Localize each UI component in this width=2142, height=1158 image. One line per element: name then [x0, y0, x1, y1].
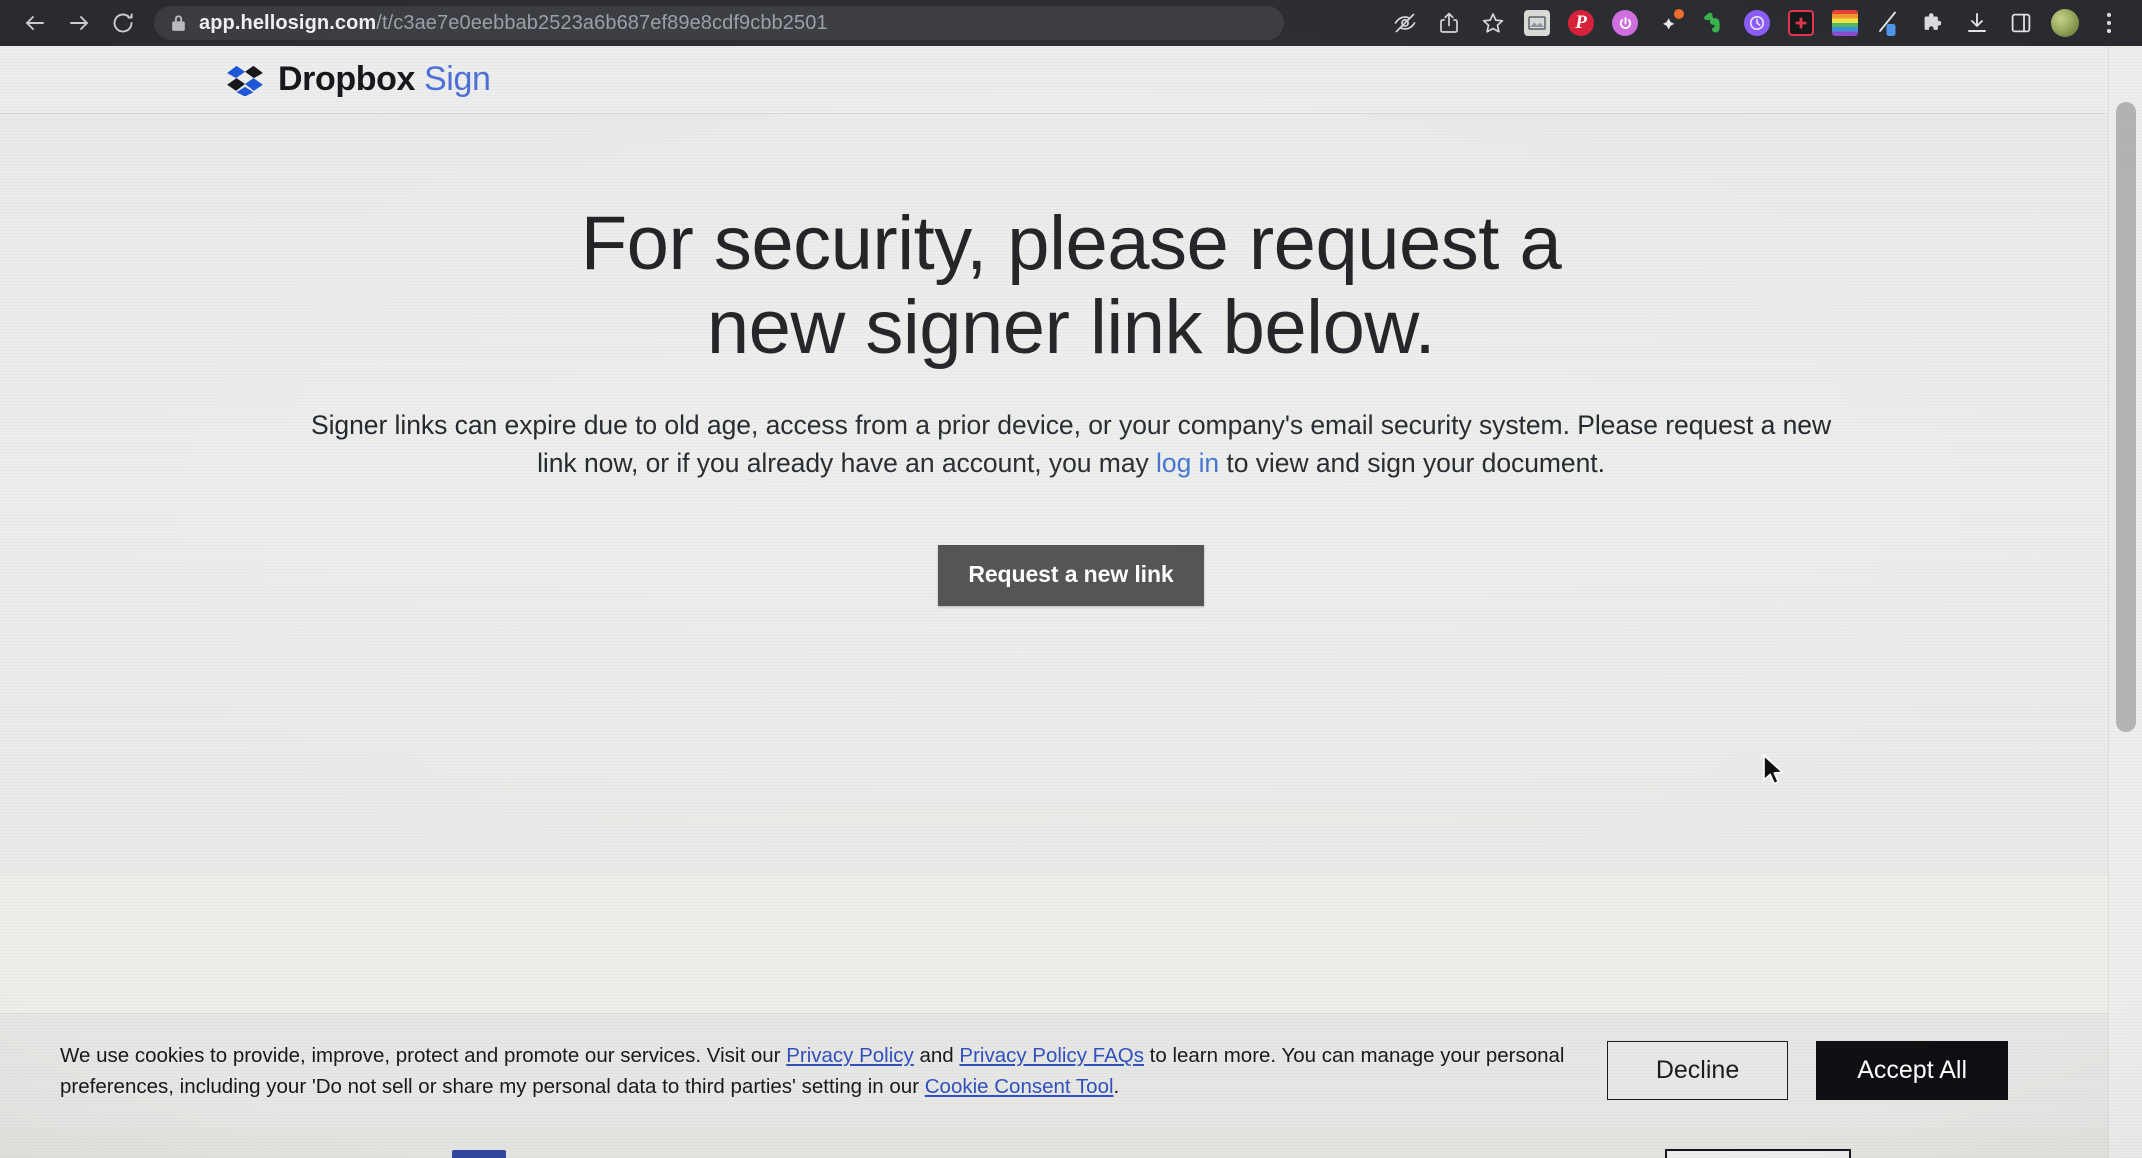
profile-avatar[interactable]	[2050, 8, 2080, 38]
notification-badge	[1674, 9, 1684, 19]
page-title: For security, please request a new signe…	[580, 201, 1562, 370]
cta-container: Request a new link	[0, 545, 2142, 607]
bookmark-star-icon[interactable]	[1478, 8, 1508, 38]
share-icon[interactable]	[1434, 8, 1464, 38]
evernote-extension-icon[interactable]	[1698, 8, 1728, 38]
download-icon[interactable]	[1962, 8, 1992, 38]
below-fold-button-peek[interactable]	[1665, 1149, 1851, 1158]
cookie-text-part2: and	[913, 1043, 960, 1067]
logo-wordmark: Dropbox Sign	[278, 60, 491, 99]
accept-all-button[interactable]: Accept All	[1816, 1041, 2008, 1101]
logo-word-dropbox: Dropbox	[278, 60, 415, 98]
privacy-policy-faqs-link[interactable]: Privacy Policy FAQs	[959, 1044, 1144, 1067]
url-text: app.hellosign.com/t/c3ae7e0eebbab2523a6b…	[199, 12, 828, 35]
hero-description-part2: to view and sign your document.	[1219, 447, 1605, 478]
dropbox-sign-logo[interactable]: Dropbox Sign	[226, 60, 491, 99]
hero-description: Signer links can expire due to old age, …	[291, 407, 1851, 482]
screenshot-extension-icon[interactable]	[1522, 8, 1552, 38]
browser-toolbar: app.hellosign.com/t/c3ae7e0eebbab2523a6b…	[0, 0, 2142, 46]
cookie-banner-actions: Decline Accept All	[1606, 1041, 2048, 1101]
decline-button[interactable]: Decline	[1606, 1041, 1789, 1101]
page-viewport: Dropbox Sign For security, please reques…	[0, 46, 2142, 1158]
power-extension-icon[interactable]	[1610, 8, 1640, 38]
pinterest-extension-icon[interactable]: P	[1566, 8, 1596, 38]
dropbox-logo-icon	[227, 65, 263, 96]
screen: app.hellosign.com/t/c3ae7e0eebbab2523a6b…	[0, 0, 2142, 1158]
sparkle-extension-icon[interactable]	[1654, 8, 1684, 38]
vertical-scrollbar[interactable]	[2108, 46, 2142, 1158]
color-palette-extension-icon[interactable]	[1830, 8, 1860, 38]
below-fold-peek	[0, 1128, 2108, 1158]
cookie-banner-text: We use cookies to provide, improve, prot…	[60, 1040, 1600, 1102]
navigation-buttons	[14, 10, 154, 36]
below-fold-link-peek[interactable]	[452, 1150, 506, 1158]
reload-icon[interactable]	[110, 10, 136, 36]
cookie-text-part1: We use cookies to provide, improve, prot…	[60, 1043, 787, 1067]
clock-extension-icon[interactable]	[1742, 8, 1772, 38]
browser-toolbar-icons: P	[1390, 8, 2128, 38]
url-host: app.hellosign.com	[199, 11, 377, 34]
cookie-text-part4: .	[1113, 1074, 1120, 1098]
address-bar[interactable]: app.hellosign.com/t/c3ae7e0eebbab2523a6b…	[154, 6, 1284, 40]
pen-extension-icon[interactable]	[1874, 8, 1904, 38]
site-header: Dropbox Sign	[0, 46, 2142, 114]
logo-word-sign: Sign	[424, 60, 491, 98]
cookie-consent-tool-link[interactable]: Cookie Consent Tool	[925, 1075, 1114, 1098]
chrome-menu-icon[interactable]	[2094, 8, 2124, 38]
scrollbar-thumb[interactable]	[2116, 102, 2136, 732]
request-new-link-button[interactable]: Request a new link	[938, 545, 1204, 607]
lock-icon	[170, 13, 187, 33]
cookie-consent-banner: We use cookies to provide, improve, prot…	[0, 1012, 2108, 1128]
log-in-link[interactable]: log in	[1156, 448, 1219, 478]
forward-icon[interactable]	[66, 10, 92, 36]
hero-section: For security, please request a new signe…	[0, 114, 2142, 876]
medical-extension-icon[interactable]	[1786, 8, 1816, 38]
side-panel-icon[interactable]	[2006, 8, 2036, 38]
privacy-policy-link[interactable]: Privacy Policy	[786, 1044, 914, 1067]
eye-slash-icon[interactable]	[1390, 8, 1420, 38]
url-path: /t/c3ae7e0eebbab2523a6b687ef89e8cdf9cbb2…	[376, 11, 828, 34]
back-icon[interactable]	[22, 10, 48, 36]
puzzle-extensions-icon[interactable]	[1918, 8, 1948, 38]
